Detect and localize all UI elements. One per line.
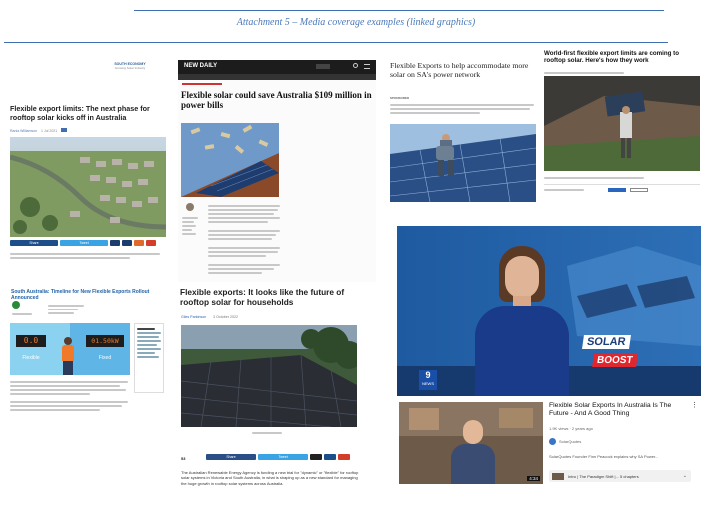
solar-money-image [181,123,279,197]
video-thumbnail[interactable]: 4:34 [399,402,543,484]
article-body [10,379,130,413]
share-bar: Share Tweet [10,240,166,246]
article-author[interactable]: Giles Parkinson [181,315,206,319]
label-fixed: Fixed [98,355,112,361]
image-caption [544,175,700,181]
channel-name[interactable]: SolarQuotes [559,439,581,444]
author-sidebar [182,215,200,237]
share-count: 53 [181,456,186,461]
article-date: 3 October 2022 [213,315,238,319]
more-options-icon[interactable]: ⋮ [691,402,698,414]
chapters-label: Intro | The Paradigm Shift |... 5 chapte… [568,473,639,479]
meter-panel-left [10,323,70,375]
solar-boost-badge: SOLAR BOOST [582,332,638,368]
video-title[interactable]: Flexible Solar Exports In Australia Is T… [549,402,685,419]
solar-installer-image [390,124,536,202]
site-header: NEW DAILY [178,60,376,74]
aerial-suburb-image [10,137,166,237]
article-headline[interactable]: South Australia: Timeline for New Flexib… [11,289,166,301]
channel-row[interactable]: SolarQuotes [549,438,581,445]
article-card-flexible-exports-sa[interactable]: Flexible Exports to help accommodate mor… [388,56,538,206]
article-headline[interactable]: Flexible exports: It looks like the futu… [180,287,372,308]
article-body [208,203,280,276]
presenter-thumb [451,420,495,484]
channel-logo: 9 NEWS [419,370,437,390]
solar-panel-carrier-image [544,76,700,171]
share-button[interactable]: Share [10,240,58,246]
image-caption [252,430,292,436]
article-card-flexible-export-limits[interactable]: SOUTH ECONOMY Growing Solar Industry Fle… [6,52,170,278]
article-meta [12,311,52,317]
news-video-still[interactable]: SOLAR BOOST 9 NEWS [397,226,701,396]
video-duration: 4:34 [527,476,540,481]
article-meta-right [48,303,88,316]
channel-avatar [549,438,556,445]
rooftop-solar-photo [181,325,357,427]
chapters-bar[interactable]: Intro | The Paradigm Shift |... 5 chapte… [549,470,691,482]
comment-badge[interactable] [61,128,68,132]
print-button[interactable] [134,240,144,246]
chevron-down-icon[interactable]: ⌄ [683,473,687,479]
tweet-button[interactable]: Tweet [60,240,108,246]
share-bar: Share Tweet [206,454,366,460]
reddit-button[interactable] [146,240,156,246]
tweet-button[interactable]: Tweet [258,454,308,460]
author-avatar [186,203,194,211]
menu-icon[interactable] [364,64,370,69]
person-figure [62,337,74,375]
subscribe-button[interactable] [316,64,330,69]
article-headline[interactable]: World-first flexible export limits are c… [544,50,700,65]
article-byline [544,70,624,76]
listen-button[interactable] [608,187,626,192]
label-flexible: Flexible [22,355,40,361]
share-button[interactable] [630,187,648,192]
article-headline[interactable]: Flexible Exports to help accommodate mor… [390,61,536,80]
article-body: The Australian Renewable Energy Agency i… [181,470,359,486]
article-card-new-daily[interactable]: NEW DAILY Flexible solar could save Aust… [178,60,376,282]
article-headline[interactable]: Flexible solar could save Australia $109… [181,90,375,111]
chapter-thumb [552,472,564,480]
video-description: SolarQuotes Founder Finn Peacock explain… [549,454,659,459]
email-button[interactable] [122,240,132,246]
email-button[interactable] [310,454,322,460]
reddit-button[interactable] [338,454,350,460]
author-avatar [12,301,20,309]
feature-image: 0.0 01.50kW Flexible Fixed [10,323,130,375]
article-headline[interactable]: Flexible export limits: The next phase f… [10,104,166,122]
meter-display-left: 0.0 [16,335,46,347]
video-meta: 1.9K views · 2 years ago [549,426,593,431]
share-button[interactable]: Share [206,454,256,460]
title-rule-bottom [4,42,668,43]
nav-bar [178,74,376,80]
article-card-world-first[interactable]: World-first flexible export limits are c… [542,46,702,210]
linkedin-button[interactable] [324,454,336,460]
document-title: Attachment 5 – Media coverage examples (… [236,17,476,28]
meter-panel-right [70,323,130,375]
article-standfirst [390,102,536,116]
article-card-future-rooftop-solar[interactable]: Flexible exports: It looks like the futu… [178,284,374,499]
sponsored-tag: SPONSORED [390,96,410,100]
presenter [467,246,577,396]
article-tools [544,184,700,194]
linkedin-button[interactable] [110,240,120,246]
article-author[interactable]: Rania Williamson [10,129,37,133]
article-card-sa-timeline[interactable]: South Australia: Timeline for New Flexib… [8,283,166,433]
site-logo: SOUTH ECONOMY Growing Solar Industry [114,62,146,70]
breadcrumb[interactable] [182,83,222,85]
title-rule-top [134,10,664,11]
search-icon[interactable] [353,63,358,68]
site-logo[interactable]: NEW DAILY [184,63,217,69]
article-date: 1 Jul 2021 [41,129,58,133]
youtube-video-card[interactable]: 4:34 Flexible Solar Exports In Australia… [397,400,701,492]
related-sidebar [134,323,164,393]
article-excerpt [10,251,166,261]
meter-display-right: 01.50kW [86,335,124,347]
